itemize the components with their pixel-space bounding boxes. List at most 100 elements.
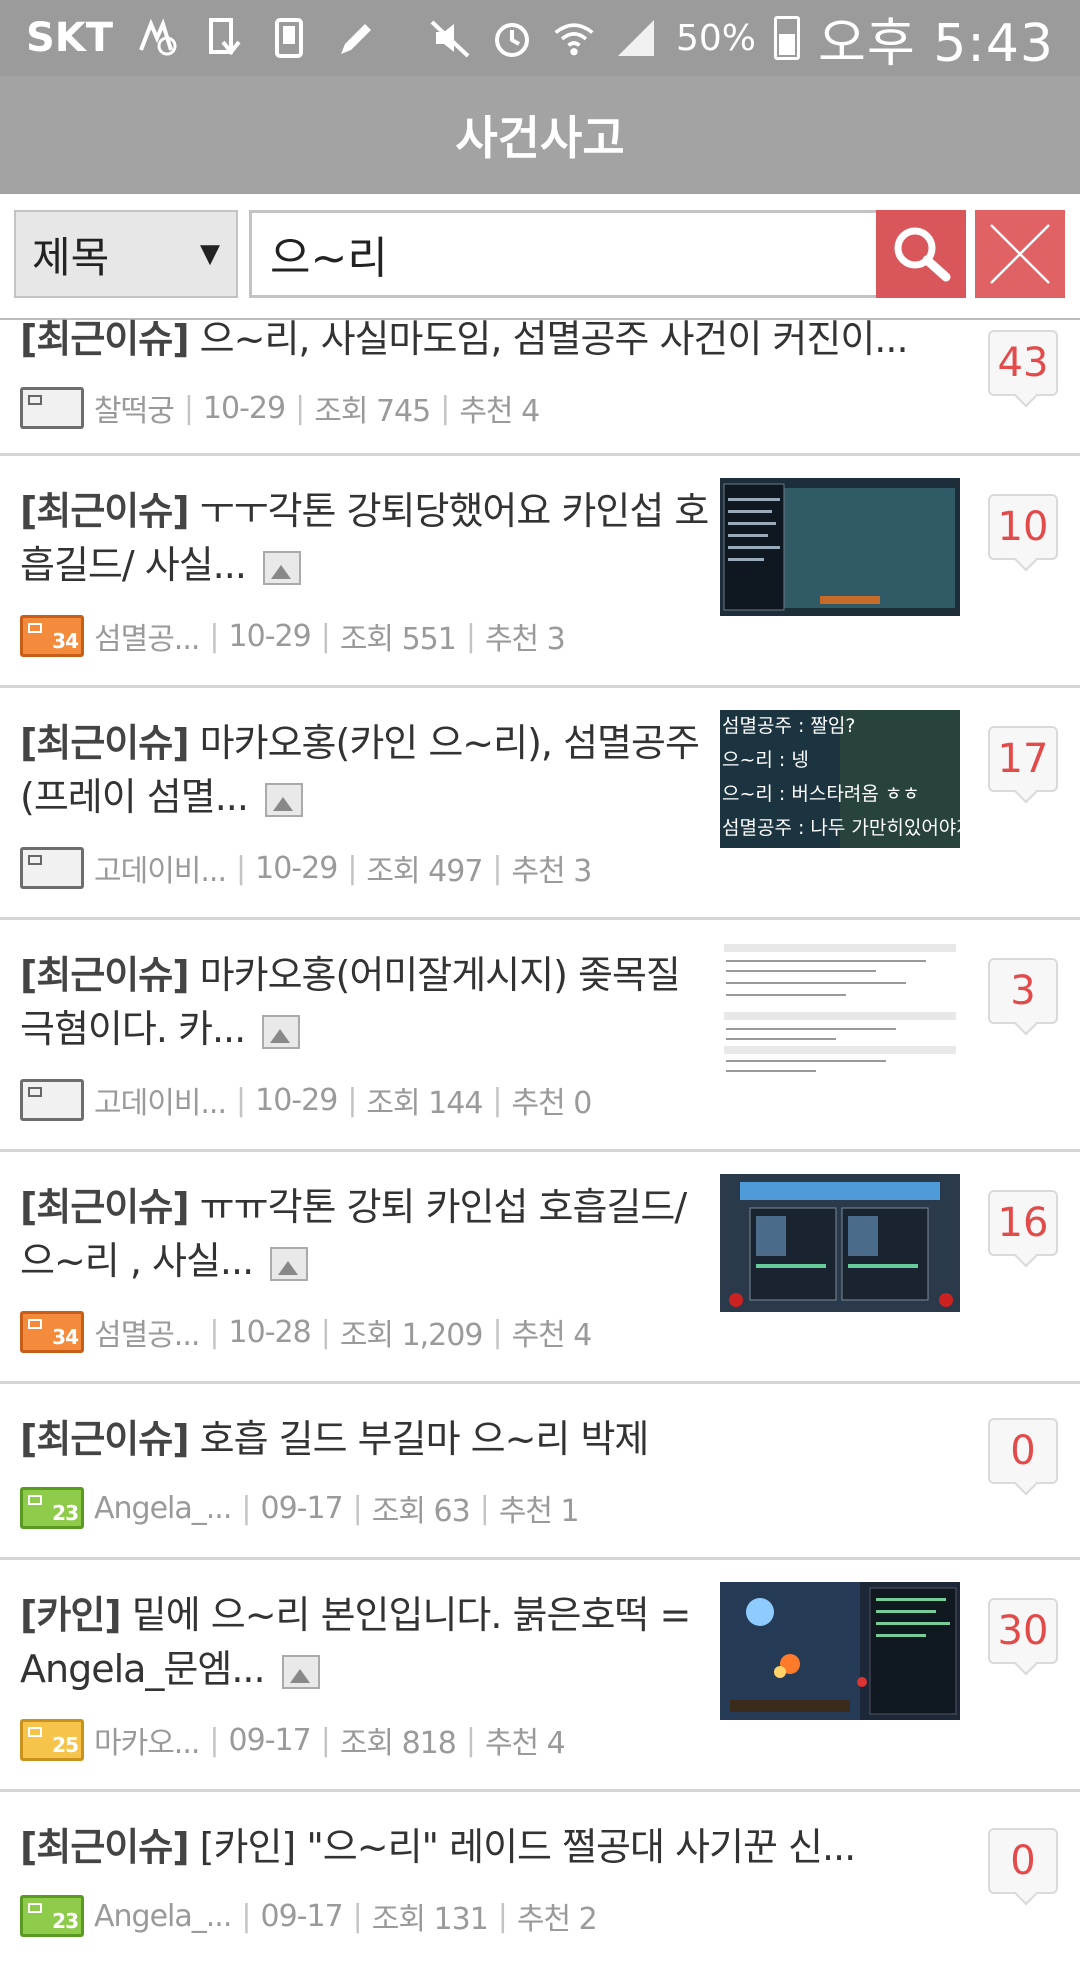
post-thumbnail[interactable] xyxy=(720,478,960,616)
search-input[interactable] xyxy=(249,210,879,298)
search-field-select[interactable]: 제목 ▼ xyxy=(14,210,238,298)
post-title[interactable]: [최근이슈] ㅜㅜ각톤 강퇴당했어요 카인섭 호흡길드/ 사실... xyxy=(20,484,710,592)
post-title[interactable]: [카인] 밑에 으~리 본인입니다. 붉은호떡 = Angela_문엠... xyxy=(20,1588,710,1696)
level-badge xyxy=(20,847,84,889)
post-date: 09-17 xyxy=(260,1898,343,1934)
dropdown-arrow-icon: ▼ xyxy=(200,239,220,269)
notification-icon xyxy=(135,16,179,60)
post-author: 고데이비... xyxy=(94,1086,227,1121)
comment-count-badge[interactable]: 16 xyxy=(988,1190,1058,1256)
post-date: 10-29 xyxy=(228,618,312,654)
post-title-text: 밑에 으~리 본인입니다. 붉은호떡 = Angela_문엠... xyxy=(20,1593,691,1691)
post-author: 고데이비... xyxy=(94,854,227,889)
clear-search-button[interactable] xyxy=(975,210,1065,298)
comment-count-badge[interactable]: 43 xyxy=(988,330,1058,396)
thumb-line: 으~리 : 넹 xyxy=(722,749,809,771)
post-thumbnail[interactable] xyxy=(720,1174,960,1312)
post-title-text: 호흡 길드 부길마 으~리 박제 xyxy=(199,1417,650,1461)
image-attached-icon xyxy=(281,1654,320,1689)
carrier-label: SKT xyxy=(26,15,114,61)
post-date: 10-29 xyxy=(202,390,286,426)
mute-icon xyxy=(428,16,472,60)
post-title[interactable]: [최근이슈] [카인] "으~리" 레이드 쩔공대 사기꾼 신... xyxy=(20,1820,940,1874)
sim-icon xyxy=(267,16,311,60)
post-thumbnail[interactable]: 섬멸공주 : 짤임? 으~리 : 넹 으~리 : 버스타려옴 ㅎㅎ 섬멸공주 :… xyxy=(720,710,960,848)
pen-icon xyxy=(333,16,377,60)
post-meta: 25 마카오... | 09-17 | 조회 818 | 추천 4 xyxy=(20,1718,566,1762)
page-title-bar: 사건사고 xyxy=(0,76,1080,194)
post-recommend: 추천 4 xyxy=(511,1318,593,1353)
post-recommend: 추천 3 xyxy=(484,622,566,657)
list-item[interactable]: [최근이슈] ㅠㅠ각톤 강퇴 카인섭 호흡길드/으~리 , 사실... 34 섬… xyxy=(0,1152,1080,1384)
post-author: Angela_... xyxy=(94,1490,232,1526)
post-title[interactable]: [최근이슈] 마카오홍(어미잘게시지) 좆목질 극혐이다. 카... xyxy=(20,948,710,1056)
post-views: 조회 63 xyxy=(371,1494,471,1529)
post-author: 섬멸공... xyxy=(94,622,200,657)
comment-count-badge[interactable]: 10 xyxy=(988,494,1058,560)
page-title: 사건사고 xyxy=(455,111,625,165)
post-list: [최근이슈] 으~리, 사실마도임, 섬멸공주 사건이 커진이... 찰떡궁 | … xyxy=(0,317,1080,1968)
list-item[interactable]: [최근이슈] ㅜㅜ각톤 강퇴당했어요 카인섭 호흡길드/ 사실... 34 섬멸… xyxy=(0,456,1080,688)
post-meta: 고데이비... | 10-29 | 조회 144 | 추천 0 xyxy=(20,1078,593,1122)
list-item[interactable]: [카인] 밑에 으~리 본인입니다. 붉은호떡 = Angela_문엠... 2… xyxy=(0,1560,1080,1792)
wifi-icon xyxy=(552,16,596,60)
post-recommend: 추천 0 xyxy=(511,1086,593,1121)
post-recommend: 추천 1 xyxy=(498,1494,580,1529)
post-author: 섬멸공... xyxy=(94,1318,200,1353)
post-title[interactable]: [최근이슈] ㅠㅠ각톤 강퇴 카인섭 호흡길드/으~리 , 사실... xyxy=(20,1180,710,1288)
post-author: Angela_... xyxy=(94,1898,232,1934)
post-title[interactable]: [최근이슈] 으~리, 사실마도임, 섬멸공주 사건이 커진이... xyxy=(20,312,940,366)
comment-count-badge[interactable]: 30 xyxy=(988,1598,1058,1664)
post-views: 조회 818 xyxy=(339,1726,457,1761)
post-meta: 34 섬멸공... | 10-28 | 조회 1,209 | 추천 4 xyxy=(20,1310,593,1354)
post-meta: 찰떡궁 | 10-29 | 조회 745 | 추천 4 xyxy=(20,386,540,430)
post-meta: 23 Angela_... | 09-17 | 조회 131 | 추천 2 xyxy=(20,1894,598,1938)
list-item[interactable]: [최근이슈] 마카오홍(어미잘게시지) 좆목질 극혐이다. 카... 고데이비.… xyxy=(0,920,1080,1152)
battery-icon xyxy=(774,16,801,60)
battery-percent: 50% xyxy=(676,17,757,59)
post-thumbnail[interactable] xyxy=(720,942,960,1080)
image-attached-icon xyxy=(265,782,304,817)
post-views: 조회 1,209 xyxy=(339,1318,484,1353)
image-attached-icon xyxy=(270,1246,309,1281)
search-button[interactable] xyxy=(876,210,966,298)
status-bar: SKT 50% 오후 5:43 xyxy=(0,0,1080,76)
post-category-tag: [최근이슈] xyxy=(20,317,190,361)
level-badge: 34 xyxy=(20,615,84,657)
list-item[interactable]: [최근이슈] [카인] "으~리" 레이드 쩔공대 사기꾼 신... 23 An… xyxy=(0,1792,1080,1968)
post-category-tag: [최근이슈] xyxy=(20,1825,190,1869)
post-title[interactable]: [최근이슈] 마카오홍(카인 으~리), 섬멸공주 (프레이 섬멸... xyxy=(20,716,710,824)
level-badge: 23 xyxy=(20,1487,84,1529)
post-views: 조회 497 xyxy=(366,854,483,889)
post-category-tag: [최근이슈] xyxy=(20,721,190,765)
post-views: 조회 131 xyxy=(371,1902,489,1937)
post-date: 09-17 xyxy=(260,1490,343,1526)
post-meta: 고데이비... | 10-29 | 조회 497 | 추천 3 xyxy=(20,846,592,890)
post-category-tag: [최근이슈] xyxy=(20,1185,190,1229)
list-item[interactable]: [최근이슈] 으~리, 사실마도임, 섬멸공주 사건이 커진이... 찰떡궁 | … xyxy=(0,317,1080,456)
search-field-selected: 제목 xyxy=(32,232,110,282)
comment-count-badge[interactable]: 17 xyxy=(988,726,1058,792)
level-badge: 23 xyxy=(20,1895,84,1937)
sd-card-icon xyxy=(201,16,245,60)
post-title[interactable]: [최근이슈] 호흡 길드 부길마 으~리 박제 xyxy=(20,1412,940,1466)
comment-count-badge[interactable]: 0 xyxy=(988,1418,1058,1484)
list-item[interactable]: [최근이슈] 호흡 길드 부길마 으~리 박제 23 Angela_... | 0… xyxy=(0,1384,1080,1560)
post-category-tag: [카인] xyxy=(20,1593,122,1637)
thumb-line: 섬멸공주 : 나두 가만히있어야지 xyxy=(722,817,960,839)
list-item[interactable]: [최근이슈] 마카오홍(카인 으~리), 섬멸공주 (프레이 섬멸... 고데이… xyxy=(0,688,1080,920)
comment-count-badge[interactable]: 3 xyxy=(988,958,1058,1024)
thumb-line: 섬멸공주 : 짤임? xyxy=(722,715,855,737)
comment-count-badge[interactable]: 0 xyxy=(988,1828,1058,1894)
post-date: 10-28 xyxy=(228,1314,312,1350)
post-views: 조회 745 xyxy=(314,394,431,429)
post-date: 10-29 xyxy=(255,1082,338,1118)
post-title-text: [카인] "으~리" 레이드 쩔공대 사기꾼 신... xyxy=(199,1825,857,1869)
post-category-tag: [최근이슈] xyxy=(20,953,190,997)
post-recommend: 추천 4 xyxy=(484,1726,566,1761)
post-category-tag: [최근이슈] xyxy=(20,1417,190,1461)
alarm-icon xyxy=(490,16,534,60)
level-badge: 34 xyxy=(20,1311,84,1353)
post-thumbnail[interactable] xyxy=(720,1582,960,1720)
image-attached-icon xyxy=(262,1014,301,1049)
